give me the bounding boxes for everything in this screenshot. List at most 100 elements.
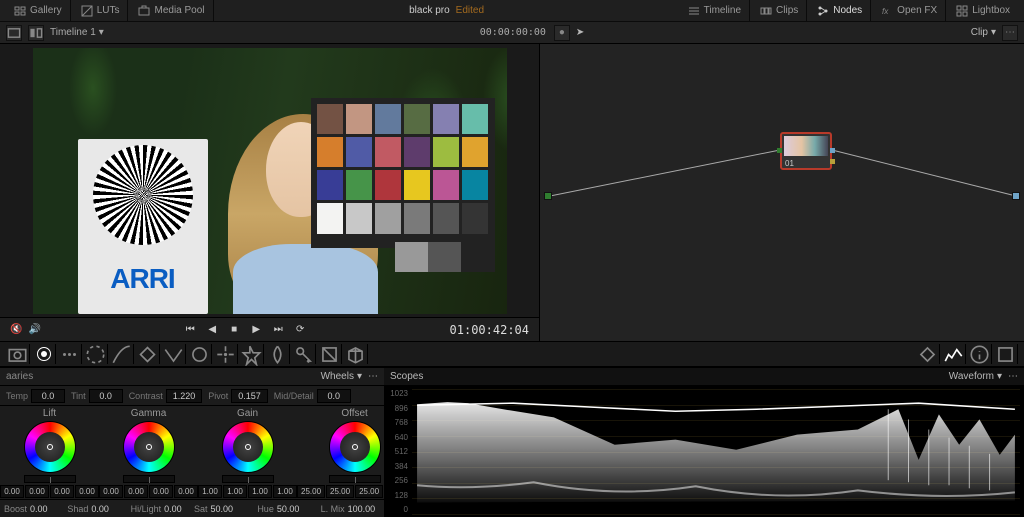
color-swatch [346, 104, 372, 134]
sizing-button[interactable] [318, 344, 342, 364]
waveform-scope[interactable]: 10238967686405123842561280 [384, 386, 1024, 517]
timeline-button[interactable]: Timeline [680, 0, 750, 21]
bottom-panels: aaries Wheels ▾ ⋯ Temp0.0 Tint0.0 Contra… [0, 367, 1024, 517]
info-panel-button[interactable] [968, 344, 992, 364]
key-button[interactable] [292, 344, 316, 364]
viewer-timecode[interactable]: 01:00:42:04 [450, 323, 529, 337]
color-swatch [433, 104, 459, 134]
timeline-icon [688, 5, 700, 17]
chevron-down-icon: ▾ [357, 371, 362, 382]
scopes-panel-button[interactable] [942, 344, 966, 364]
gain-master-jog[interactable] [222, 475, 274, 483]
wheels-mode-dropdown[interactable]: Wheels ▾ [321, 371, 362, 382]
lightbox-icon [956, 5, 968, 17]
go-first-button[interactable]: ⏮ [183, 323, 197, 337]
luts-button[interactable]: LUTs [73, 0, 129, 21]
timeline-dropdown[interactable]: Timeline 1 ▾ [50, 27, 472, 38]
color-swatch [404, 137, 430, 167]
color-swatch [346, 137, 372, 167]
color-wheels-button[interactable] [32, 344, 56, 364]
clip-mode-dropdown[interactable]: Clip ▾ [971, 27, 996, 38]
3d-button[interactable] [344, 344, 368, 364]
scope-tick: 1023 [386, 389, 408, 398]
lightbox-button[interactable]: Lightbox [948, 0, 1018, 21]
pivot-field[interactable]: 0.157 [231, 389, 268, 403]
lift-wheel[interactable] [24, 421, 76, 473]
middetail-field[interactable]: 0.0 [317, 389, 351, 403]
viewer-column: ARRI 🔇 🔊 ⏮ ◀ ■ ▶ ⏭ [0, 44, 540, 341]
node-output-port[interactable] [830, 148, 835, 153]
scope-tick: 640 [386, 433, 408, 442]
scope-tick: 512 [386, 447, 408, 456]
gain-values[interactable]: 1.001.001.001.00 [198, 485, 297, 498]
split-view-button[interactable] [28, 25, 44, 41]
keyframe-panel-button[interactable] [916, 344, 940, 364]
offset-master-jog[interactable] [329, 475, 381, 483]
wheel-label: Lift [43, 408, 56, 419]
node-input-port[interactable] [777, 148, 782, 153]
wheel-label: Offset [341, 408, 368, 419]
color-swatch [375, 203, 401, 233]
node-graph[interactable]: 01 [540, 44, 1024, 341]
mute-button[interactable]: 🔇 [10, 324, 22, 335]
primaries-panel: aaries Wheels ▾ ⋯ Temp0.0 Tint0.0 Contra… [0, 368, 384, 517]
temp-field[interactable]: 0.0 [31, 389, 65, 403]
offset-wheel[interactable] [329, 421, 381, 473]
color-swatch [433, 203, 459, 233]
tint-field[interactable]: 0.0 [89, 389, 123, 403]
node-alpha-port[interactable] [830, 159, 835, 164]
node-output-handle[interactable] [1012, 192, 1020, 200]
clip-preview: ARRI [33, 48, 507, 314]
tracker-button[interactable] [214, 344, 238, 364]
play-reverse-button[interactable]: ◀ [205, 323, 219, 337]
color-checker [311, 98, 495, 248]
gamma-master-jog[interactable] [123, 475, 175, 483]
color-node-01[interactable]: 01 [780, 132, 832, 170]
color-swatch [375, 104, 401, 134]
node-options-button[interactable]: ⋯ [1002, 25, 1018, 41]
mediapool-icon [138, 5, 150, 17]
camera-raw-button[interactable] [6, 344, 30, 364]
expand-button[interactable] [994, 344, 1018, 364]
openfx-button[interactable]: fx Open FX [873, 0, 946, 21]
image-wipe-button[interactable] [6, 25, 22, 41]
window-button[interactable] [188, 344, 212, 364]
blur-button[interactable] [266, 344, 290, 364]
viewer-canvas[interactable]: ARRI [0, 44, 539, 317]
siemens-star-icon [93, 145, 193, 245]
motion-effects-button[interactable] [84, 344, 108, 364]
go-last-button[interactable]: ⏭ [271, 323, 285, 337]
color-swatch [462, 170, 488, 200]
loop-button[interactable]: ⟳ [293, 323, 307, 337]
magic-mask-button[interactable] [240, 344, 264, 364]
app-top-toolbar: Gallery LUTs Media Pool black pro Edited… [0, 0, 1024, 22]
curves-button[interactable] [110, 344, 134, 364]
scope-options-button[interactable]: ⋯ [1002, 371, 1018, 382]
qualifier-button[interactable] [162, 344, 186, 364]
gamma-wheel[interactable] [123, 421, 175, 473]
gamma-values[interactable]: 0.000.000.000.00 [99, 485, 198, 498]
fx-icon: fx [881, 5, 893, 17]
scope-type-dropdown[interactable]: Waveform ▾ [949, 371, 1002, 382]
nav-timecode[interactable]: 00:00:00:00 [472, 27, 554, 38]
panel-options-button[interactable]: ⋯ [368, 371, 378, 382]
primaries-tab[interactable]: aaries [6, 371, 33, 382]
scopes-panel: Scopes Waveform ▾ ⋯ 10238967686405123842… [384, 368, 1024, 517]
rgb-mixer-button[interactable] [58, 344, 82, 364]
gallery-button[interactable]: Gallery [6, 0, 71, 21]
play-button[interactable]: ▶ [249, 323, 263, 337]
mediapool-button[interactable]: Media Pool [130, 0, 213, 21]
record-monitor-button[interactable]: ● [554, 25, 570, 41]
nodes-button[interactable]: Nodes [809, 0, 871, 21]
wheel-label: Gain [237, 408, 258, 419]
mediapool-label: Media Pool [154, 5, 204, 16]
contrast-field[interactable]: 1.220 [166, 389, 203, 403]
color-warper-button[interactable] [136, 344, 160, 364]
lift-values[interactable]: 0.000.000.000.00 [0, 485, 99, 498]
clips-button[interactable]: Clips [752, 0, 807, 21]
lift-master-jog[interactable] [24, 475, 76, 483]
volume-button[interactable]: 🔊 [28, 324, 40, 335]
node-source-handle[interactable] [544, 192, 552, 200]
stop-button[interactable]: ■ [227, 323, 241, 337]
gain-wheel[interactable] [222, 421, 274, 473]
